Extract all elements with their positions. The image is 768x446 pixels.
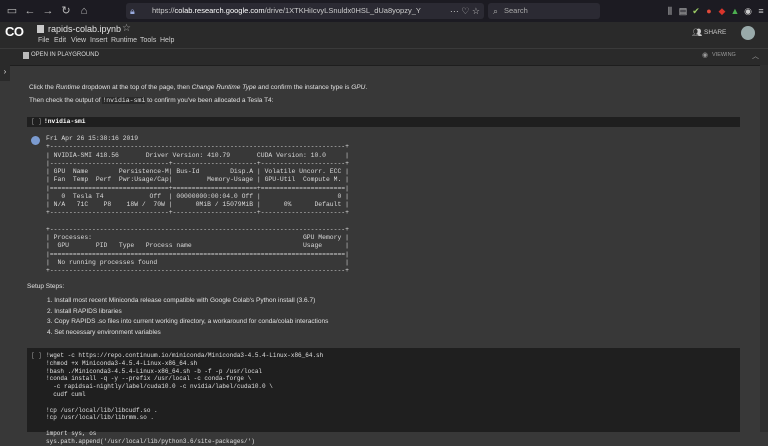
list-item: 2. Install RAPIDS libraries xyxy=(47,307,122,315)
avatar[interactable] xyxy=(741,26,755,40)
cell-output: Fri Apr 26 15:38:16 2019 +--------------… xyxy=(46,135,349,274)
code-cell[interactable]: [ ] !nvidia-smi xyxy=(27,117,740,127)
code-text[interactable]: !nvidia-smi xyxy=(44,118,86,125)
page-actions-icon[interactable]: ⋯ ♡ ☆ xyxy=(450,3,480,19)
menu-runtime[interactable]: Runtime xyxy=(111,37,137,44)
code-line: -c rapidsai-nightly/label/cuda10.0 -c nv… xyxy=(46,383,273,391)
extension-icon[interactable]: ◆ xyxy=(716,5,728,17)
code-line: !wget -c https://repo.continuum.io/minic… xyxy=(46,352,324,359)
viewing-label: VIEWING xyxy=(712,52,736,58)
intro-line-1: Click the Runtime dropdown at the top of… xyxy=(29,84,368,91)
run-cell-button[interactable]: [ ] xyxy=(31,352,42,359)
home-icon[interactable]: ⌂ xyxy=(76,3,92,19)
output-icon xyxy=(31,136,40,145)
code-line: !cp /usr/local/lib/libcudf.so . xyxy=(46,406,158,414)
menu-tools[interactable]: Tools xyxy=(140,37,156,44)
search-icon: ⌕ xyxy=(493,6,499,16)
list-item: 4. Set necessary environment variables xyxy=(47,328,161,336)
extension-icon[interactable]: ⫼ xyxy=(664,5,676,17)
menu-edit[interactable]: Edit xyxy=(54,37,66,44)
url-bar[interactable]: 🔒︎ https://colab.research.google.com/dri… xyxy=(126,3,484,19)
menu-view[interactable]: View xyxy=(71,37,86,44)
code-line: cudf cuml xyxy=(46,390,86,398)
extension-icon[interactable]: ● xyxy=(703,5,715,17)
colab-header: CO rapids-colab.ipynb ☆ File Edit View I… xyxy=(0,22,768,48)
intro-line-2: Then check the output of !nvidia-smi to … xyxy=(29,97,274,104)
chevron-up-icon[interactable]: ︿ xyxy=(752,51,759,61)
code-cell[interactable]: [ ] !wget -c https://repo.continuum.io/m… xyxy=(27,348,740,445)
extension-icon[interactable]: ▲ xyxy=(729,5,741,17)
lock-icon: 🔒︎ xyxy=(130,6,135,16)
drive-icon xyxy=(37,25,44,33)
extension-icon[interactable]: ✔ xyxy=(690,5,702,17)
url-text: https://colab.research.google.com/drive/… xyxy=(152,6,421,15)
menu-insert[interactable]: Insert xyxy=(90,37,108,44)
menu-file[interactable]: File xyxy=(38,37,49,44)
open-in-playground-button[interactable]: OPEN IN PLAYGROUND xyxy=(31,52,99,58)
extension-icon[interactable]: ▤ xyxy=(677,5,689,17)
run-cell-button[interactable]: [ ] xyxy=(31,118,42,125)
code-line: !cp /usr/local/lib/librmm.so . xyxy=(46,414,155,422)
browser-toolbar: ▭ ← → ↻ ⌂ 🔒︎ https://colab.research.goog… xyxy=(0,0,768,22)
code-line: !bash ./Miniconda3-4.5.4-Linux-x86_64.sh… xyxy=(46,367,263,375)
extension-icon[interactable]: ◉ xyxy=(742,5,754,17)
notebook-title[interactable]: rapids-colab.ipynb xyxy=(48,24,121,34)
star-icon[interactable]: ☆ xyxy=(122,23,131,34)
back-icon[interactable]: ← xyxy=(22,3,38,19)
sidebar-icon[interactable]: ▭ xyxy=(4,3,20,19)
share-button[interactable]: SHARE xyxy=(704,29,726,36)
code-line: sys.path.append('/usr/local/lib/python3.… xyxy=(46,437,255,445)
sidebar-toggle-button[interactable]: › xyxy=(0,65,10,81)
colab-logo[interactable]: CO xyxy=(5,24,24,39)
search-input[interactable]: ⌕ Search xyxy=(488,3,600,19)
people-icon: 👥︎ xyxy=(692,28,703,37)
eye-icon: ◉ xyxy=(702,52,709,59)
notebook-toolbar: OPEN IN PLAYGROUND ◉ VIEWING ︿ xyxy=(0,48,768,66)
code-line: !chmod +x Miniconda3-4.5.4-Linux-x86_64.… xyxy=(46,359,198,367)
search-placeholder: Search xyxy=(504,6,528,15)
setup-steps-list: 1. Install most recent Miniconda release… xyxy=(47,297,328,339)
extension-icon[interactable]: ≡ xyxy=(755,5,767,17)
playground-icon xyxy=(23,52,29,59)
setup-steps-title: Setup Steps: xyxy=(27,283,65,290)
code-line: import sys, os xyxy=(46,429,97,437)
reload-icon[interactable]: ↻ xyxy=(58,3,74,19)
code-line: !conda install -q -y --prefix /usr/local… xyxy=(46,375,252,383)
list-item: 3. Copy RAPIDS .so files into current wo… xyxy=(47,318,329,325)
forward-icon[interactable]: → xyxy=(40,3,56,19)
scrollbar[interactable] xyxy=(760,65,768,432)
list-item: 1. Install most recent Miniconda release… xyxy=(47,297,316,304)
menu-help[interactable]: Help xyxy=(160,37,174,44)
